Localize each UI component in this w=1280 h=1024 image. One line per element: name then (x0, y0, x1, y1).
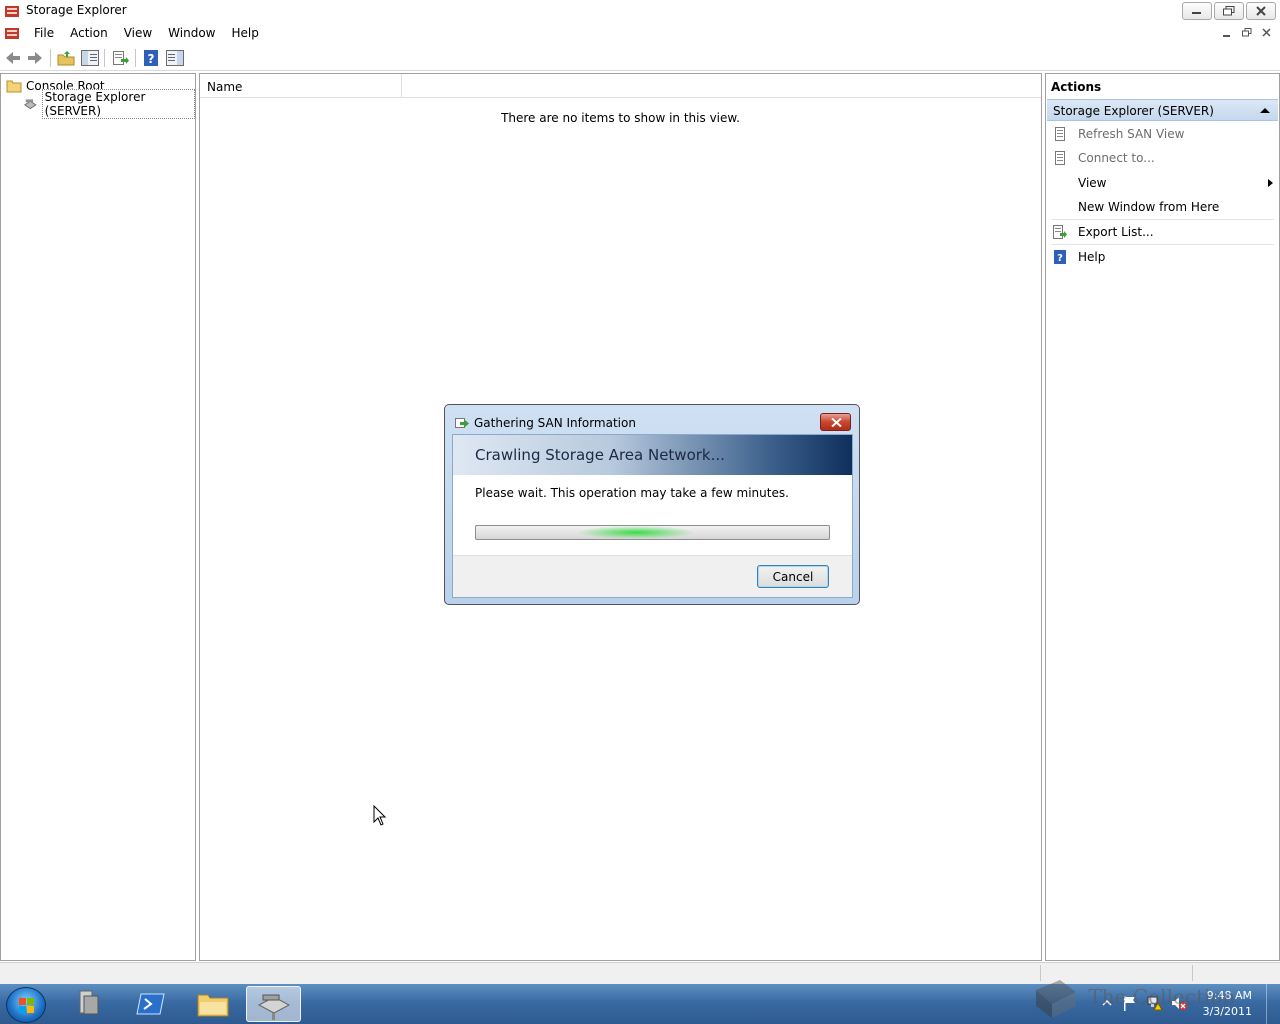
book-icon (1036, 980, 1076, 1018)
folder-icon (197, 994, 229, 1017)
list-header: Name (200, 74, 1041, 98)
dialog-banner: Crawling Storage Area Network... (453, 435, 852, 475)
child-close-button[interactable] (1258, 25, 1276, 41)
menu-bar: File Action View Window Help (0, 22, 1280, 44)
restore-icon (1242, 28, 1252, 37)
svg-text:?: ? (1057, 253, 1063, 264)
restore-button[interactable] (1214, 2, 1244, 20)
taskbar-explorer[interactable] (186, 986, 241, 1022)
watermark: The Collection Book (1030, 976, 1280, 1024)
menu-view[interactable]: View (116, 22, 160, 44)
toolbar: ? (0, 44, 1280, 71)
tree-item-label: Storage Explorer (SERVER) (41, 89, 195, 119)
server-manager-icon (79, 990, 99, 1015)
action-view[interactable]: View (1047, 171, 1275, 195)
window-title: Storage Explorer (26, 3, 127, 17)
close-button[interactable] (1246, 2, 1276, 20)
action-label: Export List... (1078, 225, 1154, 239)
action-refresh-san-view[interactable]: Refresh SAN View (1047, 122, 1275, 146)
toolbar-separator (135, 49, 136, 67)
title-bar: Storage Explorer (0, 0, 1280, 22)
forward-arrow-icon[interactable] (24, 47, 46, 69)
action-export-list[interactable]: Export List... (1047, 220, 1275, 244)
progress-marquee (576, 526, 696, 539)
export-list-icon[interactable] (109, 47, 131, 69)
actions-pane: Actions Storage Explorer (SERVER) Refres… (1045, 73, 1280, 961)
menu-action[interactable]: Action (62, 22, 116, 44)
console-tree: Console Root Storage Explorer (SERVER) (0, 73, 196, 961)
dialog-title: Gathering SAN Information (474, 416, 636, 430)
action-label: New Window from Here (1078, 200, 1220, 214)
start-button[interactable] (6, 987, 46, 1023)
export-icon (1053, 225, 1067, 239)
empty-list-message: There are no items to show in this view. (501, 111, 740, 125)
close-icon (1262, 28, 1271, 37)
refresh-san-icon (1055, 127, 1065, 141)
collapse-arrow-icon[interactable] (1260, 108, 1270, 113)
action-label: View (1078, 176, 1107, 190)
taskbar-server-manager[interactable] (62, 986, 117, 1022)
close-icon (1256, 6, 1266, 16)
console-icon[interactable] (4, 25, 20, 41)
connect-icon (1055, 151, 1065, 165)
storage-explorer-icon (24, 99, 37, 110)
mouse-cursor-icon (373, 805, 387, 826)
cancel-button[interactable]: Cancel (757, 565, 829, 588)
action-label: Refresh SAN View (1078, 127, 1185, 141)
gathering-san-icon (455, 418, 469, 428)
dialog-message: Please wait. This operation may take a f… (475, 486, 789, 500)
windows-logo-icon (19, 998, 34, 1013)
actions-section-label: Storage Explorer (SERVER) (1053, 104, 1214, 118)
toolbar-separator (50, 49, 51, 67)
child-minimize-button[interactable] (1218, 25, 1236, 41)
minimize-icon (1192, 12, 1201, 14)
taskbar-powershell[interactable] (124, 986, 179, 1022)
storage-explorer-app-icon (5, 6, 19, 17)
gathering-san-dialog: Gathering SAN Information Crawling Stora… (444, 404, 860, 605)
action-connect-to[interactable]: Connect to... (1047, 146, 1275, 170)
svg-text:?: ? (148, 52, 155, 66)
restore-icon (1223, 6, 1235, 16)
column-header-name[interactable]: Name (200, 74, 402, 98)
submenu-arrow-icon (1268, 179, 1273, 187)
actions-section-header[interactable]: Storage Explorer (SERVER) (1047, 99, 1278, 121)
minimize-button[interactable] (1182, 2, 1212, 20)
minimize-icon (1223, 35, 1230, 37)
storage-explorer-icon (257, 994, 291, 1020)
show-hide-action-pane-icon[interactable] (164, 47, 186, 69)
close-icon (831, 418, 842, 427)
tree-item-storage-explorer[interactable]: Storage Explorer (SERVER) (23, 89, 195, 119)
help-icon: ? (1054, 250, 1066, 264)
back-arrow-icon[interactable] (2, 47, 24, 69)
action-label: Connect to... (1078, 151, 1155, 165)
folder-icon (6, 80, 22, 93)
menu-help[interactable]: Help (224, 22, 267, 44)
dialog-heading: Crawling Storage Area Network... (475, 446, 725, 464)
taskbar-storage-explorer[interactable] (246, 986, 301, 1022)
help-icon[interactable]: ? (140, 47, 162, 69)
up-folder-icon[interactable] (55, 47, 77, 69)
dialog-body: Crawling Storage Area Network... Please … (452, 434, 853, 598)
menu-window[interactable]: Window (160, 22, 223, 44)
action-help[interactable]: ? Help (1047, 245, 1275, 269)
action-new-window-from-here[interactable]: New Window from Here (1047, 195, 1275, 219)
dialog-close-button[interactable] (820, 413, 851, 431)
powershell-icon (136, 993, 165, 1015)
progress-bar (475, 525, 830, 540)
toolbar-separator (104, 49, 105, 67)
dialog-footer: Cancel (453, 555, 852, 597)
menu-file[interactable]: File (26, 22, 62, 44)
actions-title: Actions (1051, 80, 1102, 94)
show-hide-tree-icon[interactable] (79, 47, 101, 69)
child-restore-button[interactable] (1238, 25, 1256, 41)
action-label: Help (1078, 250, 1106, 264)
